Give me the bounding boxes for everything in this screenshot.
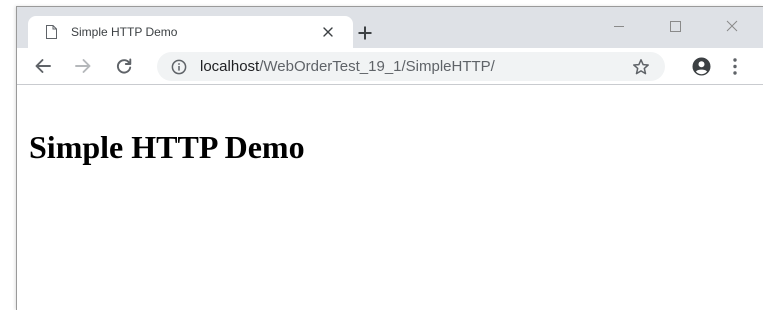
- account-icon[interactable]: [692, 57, 711, 76]
- minimize-icon[interactable]: [606, 16, 632, 36]
- url-text[interactable]: localhost/WebOrderTest_19_1/SimpleHTTP/: [200, 58, 495, 76]
- plus-icon[interactable]: [357, 25, 373, 41]
- arrow-right-icon[interactable]: [74, 57, 92, 75]
- maximize-icon[interactable]: [662, 16, 688, 36]
- url-host: localhost: [200, 58, 260, 75]
- tab-simple-http-demo[interactable]: Simple HTTP Demo: [28, 16, 353, 48]
- browser-toolbar: localhost/WebOrderTest_19_1/SimpleHTTP/: [17, 48, 763, 85]
- page-icon: [46, 25, 57, 39]
- address-bar[interactable]: localhost/WebOrderTest_19_1/SimpleHTTP/: [157, 52, 665, 81]
- info-icon[interactable]: [171, 59, 187, 75]
- close-icon[interactable]: [321, 25, 335, 39]
- reload-icon[interactable]: [115, 57, 133, 75]
- more-vert-icon[interactable]: [732, 57, 738, 76]
- page-content: Simple HTTP Demo: [17, 85, 763, 310]
- tab-title: Simple HTTP Demo: [71, 25, 178, 39]
- page-heading: Simple HTTP Demo: [29, 129, 305, 165]
- arrow-left-icon[interactable]: [34, 57, 52, 75]
- browser-window: Simple HTTP Demo localhost/WebOrderTest_…: [16, 6, 763, 310]
- tab-strip: Simple HTTP Demo: [17, 7, 763, 48]
- url-path: /WebOrderTest_19_1/SimpleHTTP/: [259, 58, 495, 75]
- close-icon[interactable]: [719, 16, 745, 36]
- star-icon[interactable]: [632, 58, 650, 76]
